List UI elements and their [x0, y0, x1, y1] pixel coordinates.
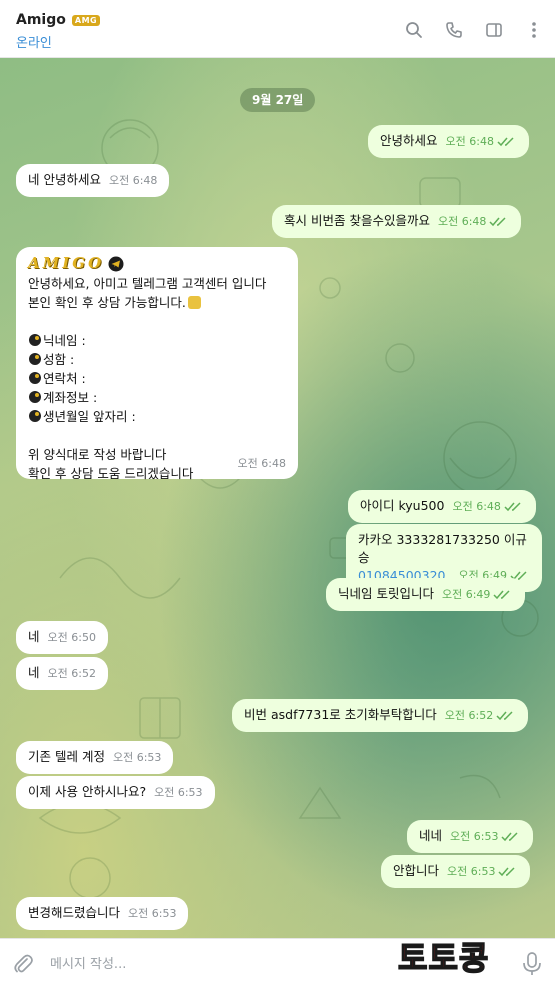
form-field-label: 성함 :: [43, 352, 75, 367]
message-time: 오전 6:48: [437, 215, 487, 228]
message-text: 비번 asdf7731로 초기화부탁합니다: [244, 707, 437, 722]
form-field: 닉네임 :: [28, 331, 286, 350]
emoji-icon: [187, 296, 201, 309]
message-time: 오전 6:53: [447, 865, 496, 878]
message-meta: 오전 6:48: [446, 133, 517, 151]
message-bubble[interactable]: 변경해드렸습니다 오전 6:53: [16, 897, 189, 930]
form-field: 생년월일 앞자리 :: [28, 407, 286, 426]
sidebar-toggle-icon[interactable]: [483, 19, 505, 41]
message-text: 네: [28, 665, 40, 680]
form-field-label: 계좌정보 :: [43, 390, 98, 405]
message-text: 이제 사용 안하시나요?: [28, 784, 147, 799]
message-text: 안합니다: [393, 863, 440, 878]
message-text: 네 안녕하세요: [28, 172, 101, 187]
chat-area[interactable]: 9월 27일 안녕하세요 오전 6:48 네 안녕하세요 오전 6:48 혹시 비번…: [0, 58, 555, 938]
message-bubble[interactable]: 이제 사용 안하시나요? 오전 6:53: [16, 776, 215, 809]
message-bubble[interactable]: 안합니다 오전 6:53: [381, 855, 531, 888]
double-check-icon: [497, 137, 514, 147]
form-notice: 본인 확인 후 상담 가능합니다.: [28, 295, 186, 310]
message-bubble[interactable]: 네 오전 6:50: [16, 621, 108, 654]
name-badge: AMG: [71, 14, 101, 26]
message-bubble[interactable]: 혹시 비번좀 찾을수있을까요 오전 6:48: [272, 205, 522, 238]
message-text: 카카오 3333281733250 이규승: [358, 532, 527, 565]
microphone-icon[interactable]: [521, 951, 543, 977]
message-bubble[interactable]: 네네 오전 6:53: [407, 820, 534, 853]
message-bubble[interactable]: 네 오전 6:52: [16, 657, 108, 690]
message-text: 네: [28, 629, 40, 644]
phone-icon[interactable]: [443, 19, 465, 41]
message-time: 오전 6:48: [445, 135, 494, 148]
message-time: 오전 6:49: [441, 588, 491, 601]
message-meta: 오전 6:53: [447, 863, 518, 881]
header-actions: [403, 19, 545, 41]
message-meta: 오전 6:53: [450, 828, 521, 846]
amigo-logo-text: AMIGO: [28, 254, 105, 272]
flower-icon: [29, 410, 41, 422]
online-status: 온라인: [16, 36, 52, 51]
message-meta: 오전 6:52: [445, 707, 516, 725]
form-field-label: 연락처 :: [43, 371, 86, 386]
message-bubble[interactable]: 네 안녕하세요 오전 6:48: [16, 164, 170, 197]
watermark: 토토콩: [397, 938, 490, 978]
message-time: 오전 6:53: [154, 786, 203, 799]
double-check-icon: [493, 590, 510, 600]
message-bubble[interactable]: 안녕하세요 오전 6:48: [368, 125, 529, 158]
paperclip-icon[interactable]: [12, 952, 34, 976]
flower-icon: [29, 353, 41, 365]
form-field: 연락처 :: [28, 369, 286, 388]
flower-icon: [29, 372, 41, 384]
form-notice-row: 본인 확인 후 상담 가능합니다.: [28, 293, 286, 312]
chat-header: Amigo AMG 온라인: [0, 0, 555, 58]
form-field-label: 닉네임 :: [43, 333, 86, 348]
message-text: 혹시 비번좀 찾을수있을까요: [284, 213, 430, 228]
message-time: 오전 6:53: [128, 907, 177, 920]
message-time: 오전 6:48: [452, 500, 501, 513]
message-bubble[interactable]: 기존 텔레 계정 오전 6:53: [16, 741, 174, 774]
search-icon[interactable]: [403, 19, 425, 41]
message-time: 오전 6:52: [444, 709, 494, 722]
message-time: 오전 6:52: [47, 667, 96, 680]
message-input[interactable]: [50, 949, 350, 979]
double-check-icon: [496, 711, 513, 721]
more-icon[interactable]: [523, 19, 545, 41]
flower-icon: [29, 334, 41, 346]
message-text: 기존 텔레 계정: [28, 749, 105, 764]
date-separator: 9월 27일: [240, 88, 316, 112]
form-field-label: 생년월일 앞자리 :: [43, 409, 136, 424]
chat-name[interactable]: Amigo: [16, 12, 66, 28]
message-text: 아이디 kyu500: [360, 498, 445, 513]
message-time: 오전 6:50: [47, 631, 96, 644]
form-field: 성함 :: [28, 350, 286, 369]
telegram-icon: [108, 256, 124, 271]
message-bubble[interactable]: 비번 asdf7731로 초기화부탁합니다 오전 6:52: [232, 699, 529, 732]
form-greeting: 안녕하세요, 아미고 텔레그램 고객센터 입니다: [28, 276, 267, 291]
message-text: 변경해드렸습니다: [28, 905, 121, 920]
double-check-icon: [501, 832, 518, 842]
message-text: 안녕하세요: [380, 133, 438, 148]
message-meta: 오전 6:49: [442, 586, 513, 604]
form-field: 계좌정보 :: [28, 388, 286, 407]
message-text: 네네: [419, 828, 443, 843]
message-time: 오전 6:48: [108, 174, 158, 187]
flower-icon: [29, 391, 41, 403]
message-bubble[interactable]: 아이디 kyu500 오전 6:48: [348, 490, 536, 523]
double-check-icon: [504, 502, 521, 512]
form-message-bubble[interactable]: AMIGO 안녕하세요, 아미고 텔레그램 고객센터 입니다 본인 확인 후 상…: [16, 247, 298, 481]
message-text: 닉네임 토릿입니다: [338, 586, 434, 601]
message-meta: 오전 6:48: [438, 213, 509, 231]
double-check-icon: [498, 867, 515, 877]
double-check-icon: [489, 217, 506, 227]
message-time: 오전 6:53: [450, 830, 499, 843]
message-bubble[interactable]: 닉네임 토릿입니다 오전 6:49: [326, 578, 526, 611]
message-time: 오전 6:48: [237, 457, 286, 470]
chat-title-row[interactable]: Amigo AMG: [16, 12, 101, 28]
amigo-logo: AMIGO: [28, 254, 286, 273]
message-time: 오전 6:53: [112, 751, 162, 764]
message-meta: 오전 6:48: [452, 498, 523, 516]
